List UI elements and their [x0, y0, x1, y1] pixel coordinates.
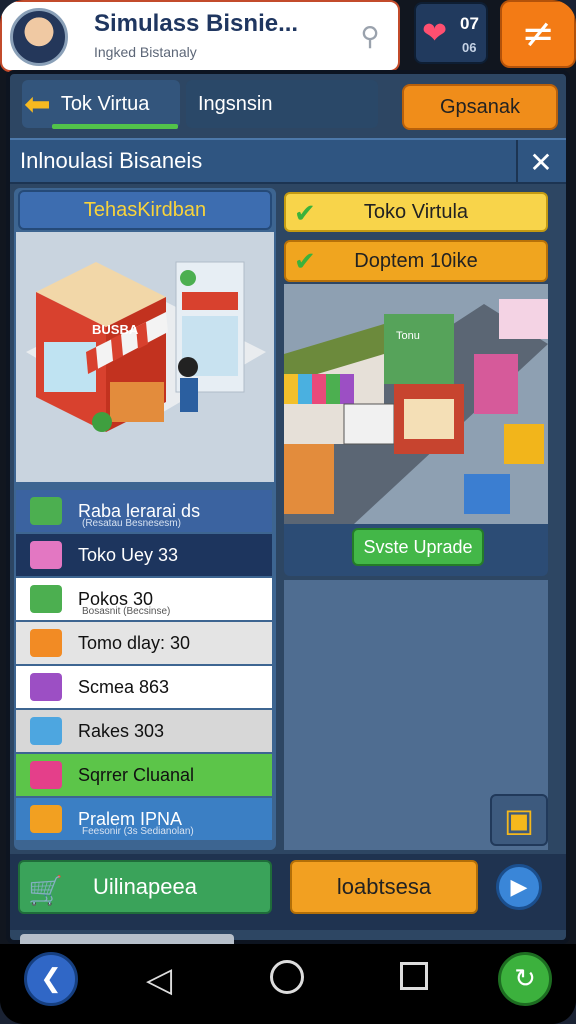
menu-plus-button[interactable]: ≠	[500, 0, 576, 68]
item-name: Scmea 863	[78, 676, 170, 697]
item-icon	[30, 629, 62, 657]
green-action-button[interactable]: 🛒 Uilinapeea	[18, 860, 272, 914]
item-icon	[30, 673, 62, 701]
cart-icon: 🛒	[28, 875, 63, 906]
list-item[interactable]: Tomo dlay: 30	[16, 622, 272, 664]
count-bottom: 06	[462, 40, 477, 55]
item-name: Tomo dlay: 30	[78, 632, 191, 653]
tab-ingsnsin[interactable]: Ingsnsin	[186, 80, 378, 128]
doptem-card[interactable]: ✔ Doptem 10ike	[284, 240, 548, 282]
list-item[interactable]: Toko Uey 33	[16, 534, 272, 576]
check-icon: ✔	[294, 198, 316, 228]
hearts-counter[interactable]: ❤ 07 06	[414, 2, 488, 64]
profile-card[interactable]: Simulass Bisnie... Ingked Bistanaly ⚲	[0, 0, 400, 72]
item-subtitle: Feesonir (3s Sedianolan)	[82, 826, 194, 837]
back-arrow-icon[interactable]: ⬅	[24, 85, 51, 123]
close-icon[interactable]: ✕	[516, 140, 564, 184]
list-item[interactable]: Pokos 30 Bosasnit (Becsinse)	[16, 578, 272, 620]
top-tab-bar: ⬅ Tok Virtua Ingsnsin Gpsanak	[22, 80, 562, 134]
heart-icon: ❤	[422, 16, 448, 51]
window-titlebar: Inlnoulasi Bisaneis ✕	[10, 138, 566, 184]
toko-virtula-label: Toko Virtula	[363, 200, 469, 223]
system-nav-bar: ❮ ◁ ↻	[0, 944, 576, 1024]
item-icon	[30, 805, 62, 833]
orange-action-button[interactable]: loabtsesa	[290, 860, 478, 914]
check-icon: ✔	[294, 246, 316, 276]
right-panel-footer: Svste Uprade	[284, 524, 548, 576]
action-bar: 🛒 Uilinapeea loabtsesa ▶	[10, 854, 566, 930]
back-speaker-icon[interactable]: ❮	[24, 952, 78, 1006]
item-name: Sqrrer Cluanal	[78, 764, 195, 785]
toko-virtula-card[interactable]: ✔ Toko Virtula	[284, 192, 548, 232]
play-next-icon[interactable]: ▶	[496, 864, 542, 910]
list-item[interactable]: Sqrrer Cluanal	[16, 754, 272, 796]
item-name: Toko Uey 33	[78, 544, 179, 565]
item-name: Rakes 303	[78, 720, 165, 741]
app-title: Simulass Bisnie...	[94, 10, 299, 37]
item-list: Raba lerarai ds (Resatau Besnesesm) Toko U…	[16, 486, 274, 848]
left-panel-header: TehasKirdban	[18, 190, 272, 230]
item-icon	[30, 717, 62, 745]
game-frame: ⬅ Tok Virtua Ingsnsin Gpsanak Inlnoulasi…	[6, 70, 570, 946]
tab-active-label: Tok Virtua	[60, 92, 150, 115]
doptem-label: Doptem 10ike	[354, 249, 478, 272]
list-item[interactable]: Pralem IPNA Feesonir (3s Sedianolan)	[16, 798, 272, 840]
tab-toko-virtua[interactable]: ⬅ Tok Virtua	[22, 80, 180, 128]
list-item[interactable]: Raba lerarai ds (Resatau Besnesesm)	[16, 490, 272, 532]
street-sign-text: Tonu	[396, 330, 420, 342]
shop-illustration: BUSBA	[16, 232, 274, 482]
nav-recents-icon[interactable]	[400, 962, 428, 990]
package-box-button[interactable]: ▣	[490, 794, 548, 846]
item-icon	[30, 585, 62, 613]
item-subtitle: Bosasnit (Becsinse)	[82, 606, 171, 617]
count-top: 07	[460, 14, 479, 33]
item-subtitle: (Resatau Besnesesm)	[82, 518, 181, 529]
left-panel: TehasKirdban BUSBA Raba lerarai ds (Resa…	[14, 188, 276, 850]
list-item[interactable]: Scmea 863	[16, 666, 272, 708]
phone-screen: Simulass Bisnie... Ingked Bistanaly ⚲ ❤ …	[0, 0, 576, 1024]
item-icon	[30, 761, 62, 789]
search-icon[interactable]: ⚲	[354, 20, 386, 52]
nav-home-icon[interactable]	[270, 960, 304, 994]
avatar[interactable]	[10, 8, 68, 66]
refresh-icon[interactable]: ↻	[498, 952, 552, 1006]
app-subtitle: Ingked Bistanaly	[94, 44, 197, 60]
window-title: Inlnoulasi Bisaneis	[20, 148, 203, 173]
item-icon	[30, 497, 62, 525]
tab-gpsanak-button[interactable]: Gpsanak	[402, 84, 558, 130]
item-icon	[30, 541, 62, 569]
upgrade-button[interactable]: Svste Uprade	[352, 528, 484, 566]
active-tab-indicator	[52, 124, 178, 129]
street-illustration: Tonu	[284, 284, 548, 524]
green-action-label: Uilinapeea	[93, 874, 197, 899]
shop-sign-text: BUSBA	[92, 322, 139, 337]
nav-back-icon[interactable]: ◁	[146, 960, 172, 1000]
list-item[interactable]: Rakes 303	[16, 710, 272, 752]
